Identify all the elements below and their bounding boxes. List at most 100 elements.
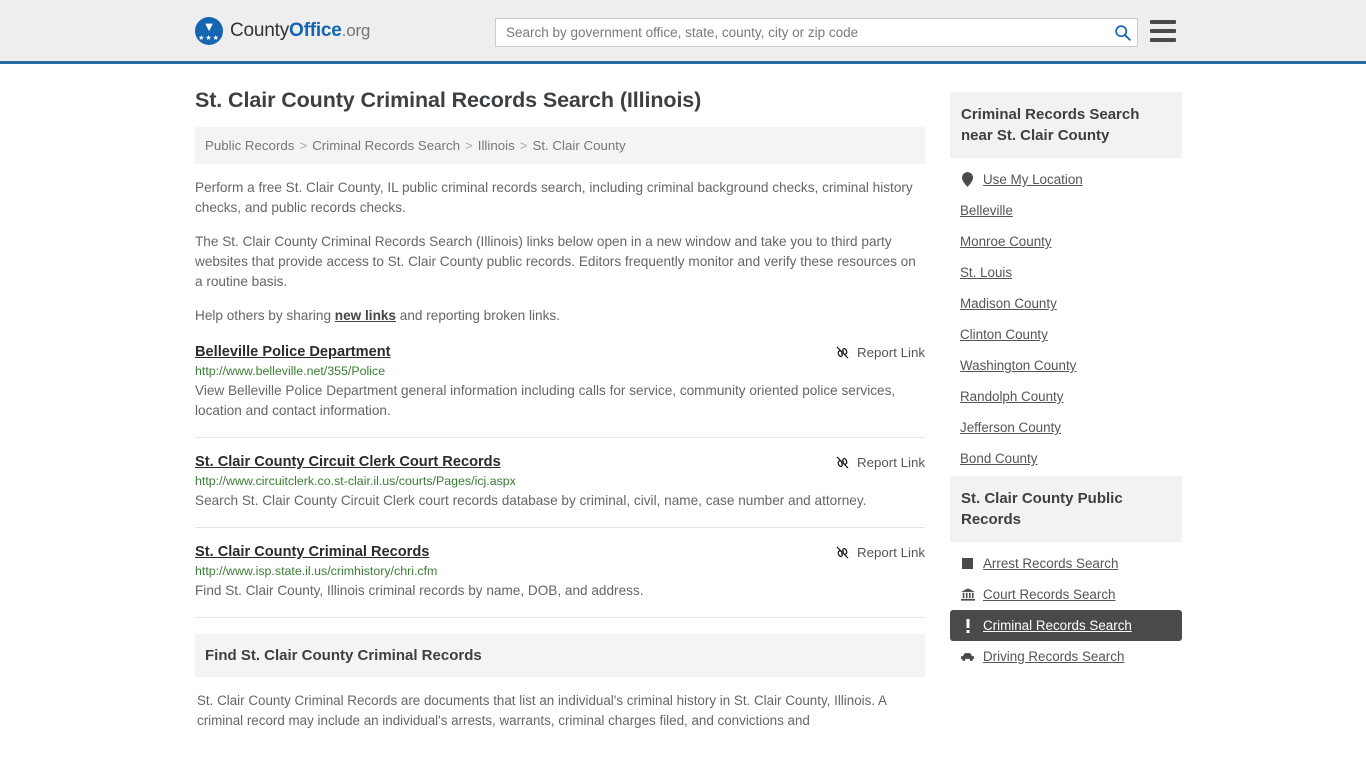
breadcrumb-separator-icon: > — [519, 138, 528, 153]
result-description: Search St. Clair County Circuit Clerk co… — [195, 493, 867, 508]
result-item: Belleville Police Department Report Link… — [195, 344, 925, 438]
breadcrumb-separator-icon: > — [299, 138, 308, 153]
sidebar-item-label: Monroe County — [960, 234, 1052, 249]
search-bar — [495, 18, 1138, 47]
search-button[interactable] — [1110, 21, 1134, 44]
sidebar-item-label: Belleville — [960, 203, 1013, 218]
sidebar-item-use-my-location[interactable]: Use My Location — [950, 164, 1182, 195]
sidebar-item-st-louis[interactable]: St. Louis — [950, 257, 1182, 288]
sidebar-item-arrest-records-search[interactable]: Arrest Records Search — [950, 548, 1182, 579]
sidebar-item-clinton-county[interactable]: Clinton County — [950, 319, 1182, 350]
sidebar-item-label: Bond County — [960, 451, 1038, 466]
result-item: St. Clair County Circuit Clerk Court Rec… — [195, 454, 925, 528]
menu-button[interactable] — [1150, 20, 1176, 42]
report-link-label: Report Link — [857, 545, 925, 560]
report-link-label: Report Link — [857, 455, 925, 470]
result-header: St. Clair County Circuit Clerk Court Rec… — [195, 454, 925, 470]
report-link-button[interactable]: Report Link — [835, 544, 925, 560]
info-block-body: St. Clair County Criminal Records are do… — [197, 693, 887, 728]
page-body: St. Clair County Criminal Records Search… — [0, 64, 1366, 731]
share-text-after: and reporting broken links. — [396, 308, 560, 323]
courthouse-icon — [960, 587, 975, 602]
sidebar-item-label: Jefferson County — [960, 420, 1061, 435]
new-links-link[interactable]: new links — [335, 308, 396, 323]
intro-paragraph-2: The St. Clair County Criminal Records Se… — [195, 234, 916, 289]
eagle-glyph-icon: ▼ — [202, 18, 216, 34]
logo-org-text: .org — [341, 20, 371, 40]
sidebar-item-belleville[interactable]: Belleville — [950, 195, 1182, 226]
sidebar-item-washington-county[interactable]: Washington County — [950, 350, 1182, 381]
map-pin-icon — [960, 172, 975, 187]
hamburger-bar-icon — [1150, 29, 1176, 33]
result-header: Belleville Police Department Report Link — [195, 344, 925, 360]
sidebar-item-label: Clinton County — [960, 327, 1048, 342]
info-block-heading: Find St. Clair County Criminal Records — [195, 634, 925, 677]
sidebar-item-label: Criminal Records Search — [983, 618, 1132, 633]
sidebar-item-label: Driving Records Search — [983, 649, 1125, 664]
share-text-before: Help others by sharing — [195, 308, 335, 323]
sidebar-item-label: Randolph County — [960, 389, 1064, 404]
sidebar-public-records-list: Arrest Records Search Court Records Sear… — [950, 542, 1182, 672]
report-link-label: Report Link — [857, 345, 925, 360]
hamburger-bar-icon — [1150, 38, 1176, 42]
result-title-link[interactable]: Belleville Police Department — [195, 344, 390, 360]
sidebar-nearby-card: Criminal Records Search near St. Clair C… — [950, 92, 1182, 474]
logo-wordmark: CountyOffice.org — [230, 20, 370, 42]
site-header: ▼ ★★★ CountyOffice.org — [0, 0, 1366, 64]
info-block: Find St. Clair County Criminal Records S… — [195, 634, 925, 731]
eagle-badge-icon: ▼ ★★★ — [195, 16, 223, 45]
breadcrumb-item-st-clair-county[interactable]: St. Clair County — [532, 138, 625, 153]
sidebar-public-records-card: St. Clair County Public Records Arrest R… — [950, 476, 1182, 672]
intro-paragraph-1: Perform a free St. Clair County, IL publ… — [195, 180, 913, 215]
stars-glyph-icon: ★★★ — [198, 34, 220, 42]
sidebar-item-criminal-records-search[interactable]: Criminal Records Search — [950, 610, 1182, 641]
result-url: http://www.circuitclerk.co.st-clair.il.u… — [195, 474, 516, 488]
result-description: View Belleville Police Department genera… — [195, 383, 896, 418]
sidebar-nearby-heading: Criminal Records Search near St. Clair C… — [950, 92, 1182, 158]
sidebar-item-randolph-county[interactable]: Randolph County — [950, 381, 1182, 412]
sidebar: Criminal Records Search near St. Clair C… — [950, 64, 1182, 674]
sidebar-item-label: Madison County — [960, 296, 1057, 311]
result-description: Find St. Clair County, Illinois criminal… — [195, 583, 644, 598]
result-header: St. Clair County Criminal Records Report… — [195, 544, 925, 560]
sidebar-item-monroe-county[interactable]: Monroe County — [950, 226, 1182, 257]
sidebar-item-driving-records-search[interactable]: Driving Records Search — [950, 641, 1182, 672]
logo-office-text: Office — [289, 19, 342, 41]
site-logo[interactable]: ▼ ★★★ CountyOffice.org — [195, 16, 370, 45]
sidebar-item-label: Use My Location — [983, 172, 1083, 187]
exclamation-icon — [960, 618, 975, 633]
sidebar-nearby-list: Use My Location Belleville Monroe County… — [950, 158, 1182, 474]
sidebar-item-court-records-search[interactable]: Court Records Search — [950, 579, 1182, 610]
sidebar-item-label: Court Records Search — [983, 587, 1116, 602]
sidebar-item-jefferson-county[interactable]: Jefferson County — [950, 412, 1182, 443]
main-content: St. Clair County Criminal Records Search… — [195, 64, 925, 731]
sidebar-item-bond-county[interactable]: Bond County — [950, 443, 1182, 474]
page-title: St. Clair County Criminal Records Search… — [195, 88, 702, 112]
result-url: http://www.isp.state.il.us/crimhistory/c… — [195, 564, 438, 578]
search-icon — [1114, 25, 1131, 41]
hamburger-bar-icon — [1150, 20, 1176, 24]
result-title-link[interactable]: St. Clair County Circuit Clerk Court Rec… — [195, 454, 501, 470]
intro-paragraph-3: Help others by sharing new links and rep… — [195, 306, 925, 326]
report-link-button[interactable]: Report Link — [835, 344, 925, 360]
broken-link-icon — [836, 346, 849, 359]
breadcrumb-item-illinois[interactable]: Illinois — [478, 138, 515, 153]
car-icon — [960, 649, 975, 664]
square-icon — [960, 556, 975, 571]
broken-link-icon — [836, 456, 849, 469]
logo-county-text: County — [230, 19, 290, 41]
breadcrumb: Public Records > Criminal Records Search > I… — [195, 127, 925, 164]
result-item: St. Clair County Criminal Records Report… — [195, 544, 925, 618]
results-list: Belleville Police Department Report Link… — [195, 344, 925, 618]
sidebar-public-records-heading: St. Clair County Public Records — [950, 476, 1182, 542]
sidebar-item-label: Washington County — [960, 358, 1077, 373]
search-input[interactable] — [495, 18, 1138, 47]
breadcrumb-item-public-records[interactable]: Public Records — [205, 138, 294, 153]
result-url: http://www.belleville.net/355/Police — [195, 364, 386, 378]
breadcrumb-item-criminal-records-search[interactable]: Criminal Records Search — [312, 138, 460, 153]
result-title-link[interactable]: St. Clair County Criminal Records — [195, 544, 429, 560]
report-link-button[interactable]: Report Link — [835, 454, 925, 470]
sidebar-item-madison-county[interactable]: Madison County — [950, 288, 1182, 319]
broken-link-icon — [836, 546, 849, 559]
sidebar-item-label: Arrest Records Search — [983, 556, 1119, 571]
